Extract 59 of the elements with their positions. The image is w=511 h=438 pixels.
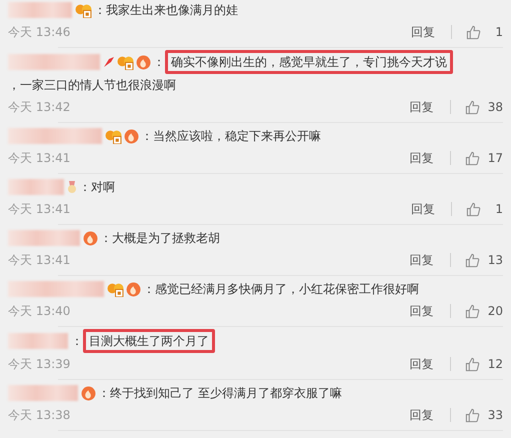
- comment-time: 今天 13:41: [8, 200, 70, 218]
- blurred-username: [8, 230, 80, 246]
- reply-link[interactable]: 回复: [410, 252, 434, 268]
- comment-time: 今天 13:39: [8, 356, 70, 372]
- highlighted-comment-text: 目测大概生了两个月了: [83, 329, 215, 353]
- member-badge-icon: [105, 128, 122, 144]
- comment-text: ：: [71, 333, 83, 350]
- reply-link[interactable]: 回复: [410, 98, 434, 116]
- reply-link[interactable]: 回复: [411, 24, 435, 40]
- reply-link[interactable]: 回复: [410, 302, 434, 320]
- like-count: 13: [488, 253, 503, 267]
- like-count: 12: [488, 357, 503, 371]
- flame-badge-icon: [124, 128, 139, 144]
- thumbs-up-icon[interactable]: [464, 304, 480, 318]
- comment-text: ：感觉已经满月多快俩月了，小红花保密工作很好啊: [143, 281, 419, 298]
- comment-text: ：对啊: [79, 179, 115, 196]
- thumbs-up-icon[interactable]: [464, 252, 480, 268]
- like-count: 1: [494, 25, 503, 39]
- comment-text: ，一家三口的情人节也很浪漫啊: [8, 77, 176, 94]
- member-badge-icon: [75, 2, 92, 18]
- comment-time: 今天 13:41: [8, 150, 70, 166]
- like-count: 33: [488, 408, 503, 422]
- thumbs-up-icon[interactable]: [466, 202, 481, 216]
- flame-badge-icon: [126, 282, 141, 296]
- comment-text: ：当然应该啦，稳定下来再公开嘛: [141, 128, 321, 145]
- blurred-username: [8, 179, 64, 195]
- like-count: 17: [488, 151, 503, 165]
- comment-text: ：终于找到知己了 至少得满月了都穿衣服了嘛: [98, 385, 342, 402]
- blurred-username: [8, 385, 78, 401]
- thumbs-up-icon[interactable]: [466, 24, 481, 40]
- blurred-username: [8, 2, 72, 18]
- comment-time: 今天 13:46: [8, 24, 70, 40]
- member-badge-icon: [117, 54, 134, 70]
- thumbs-up-icon[interactable]: [464, 150, 480, 166]
- like-count: 20: [488, 304, 503, 318]
- comment-text: ：大概是为了拯救老胡: [100, 230, 220, 247]
- comment-text: ：我家生出来也像满月的娃: [94, 2, 238, 19]
- blurred-username: [8, 333, 68, 349]
- highlighted-comment-text: 确实不像刚出生的，感觉早就生了，专门挑今天才说: [165, 50, 453, 74]
- reply-link[interactable]: 回复: [410, 150, 434, 166]
- comment-time: 今天 13:41: [8, 252, 70, 268]
- arrow-badge-icon: [103, 56, 115, 68]
- member-badge-icon: [107, 282, 124, 296]
- like-count: 38: [488, 100, 503, 114]
- comment-time: 今天 13:42: [8, 98, 70, 116]
- reply-link[interactable]: 回复: [410, 356, 434, 372]
- thumbs-up-icon[interactable]: [464, 408, 480, 422]
- comment-time: 今天 13:40: [8, 302, 70, 320]
- comment-time: 今天 13:38: [8, 406, 70, 424]
- thumbs-up-icon[interactable]: [464, 100, 480, 114]
- medal-badge-icon: [67, 180, 77, 194]
- flame-badge-icon: [83, 230, 98, 246]
- flame-badge-icon: [136, 54, 151, 70]
- like-count: 1: [494, 202, 503, 216]
- thumbs-up-icon[interactable]: [464, 356, 480, 372]
- flame-badge-icon: [81, 386, 96, 400]
- comment-text: ：: [153, 54, 165, 71]
- reply-link[interactable]: 回复: [410, 406, 434, 424]
- reply-link[interactable]: 回复: [411, 200, 435, 218]
